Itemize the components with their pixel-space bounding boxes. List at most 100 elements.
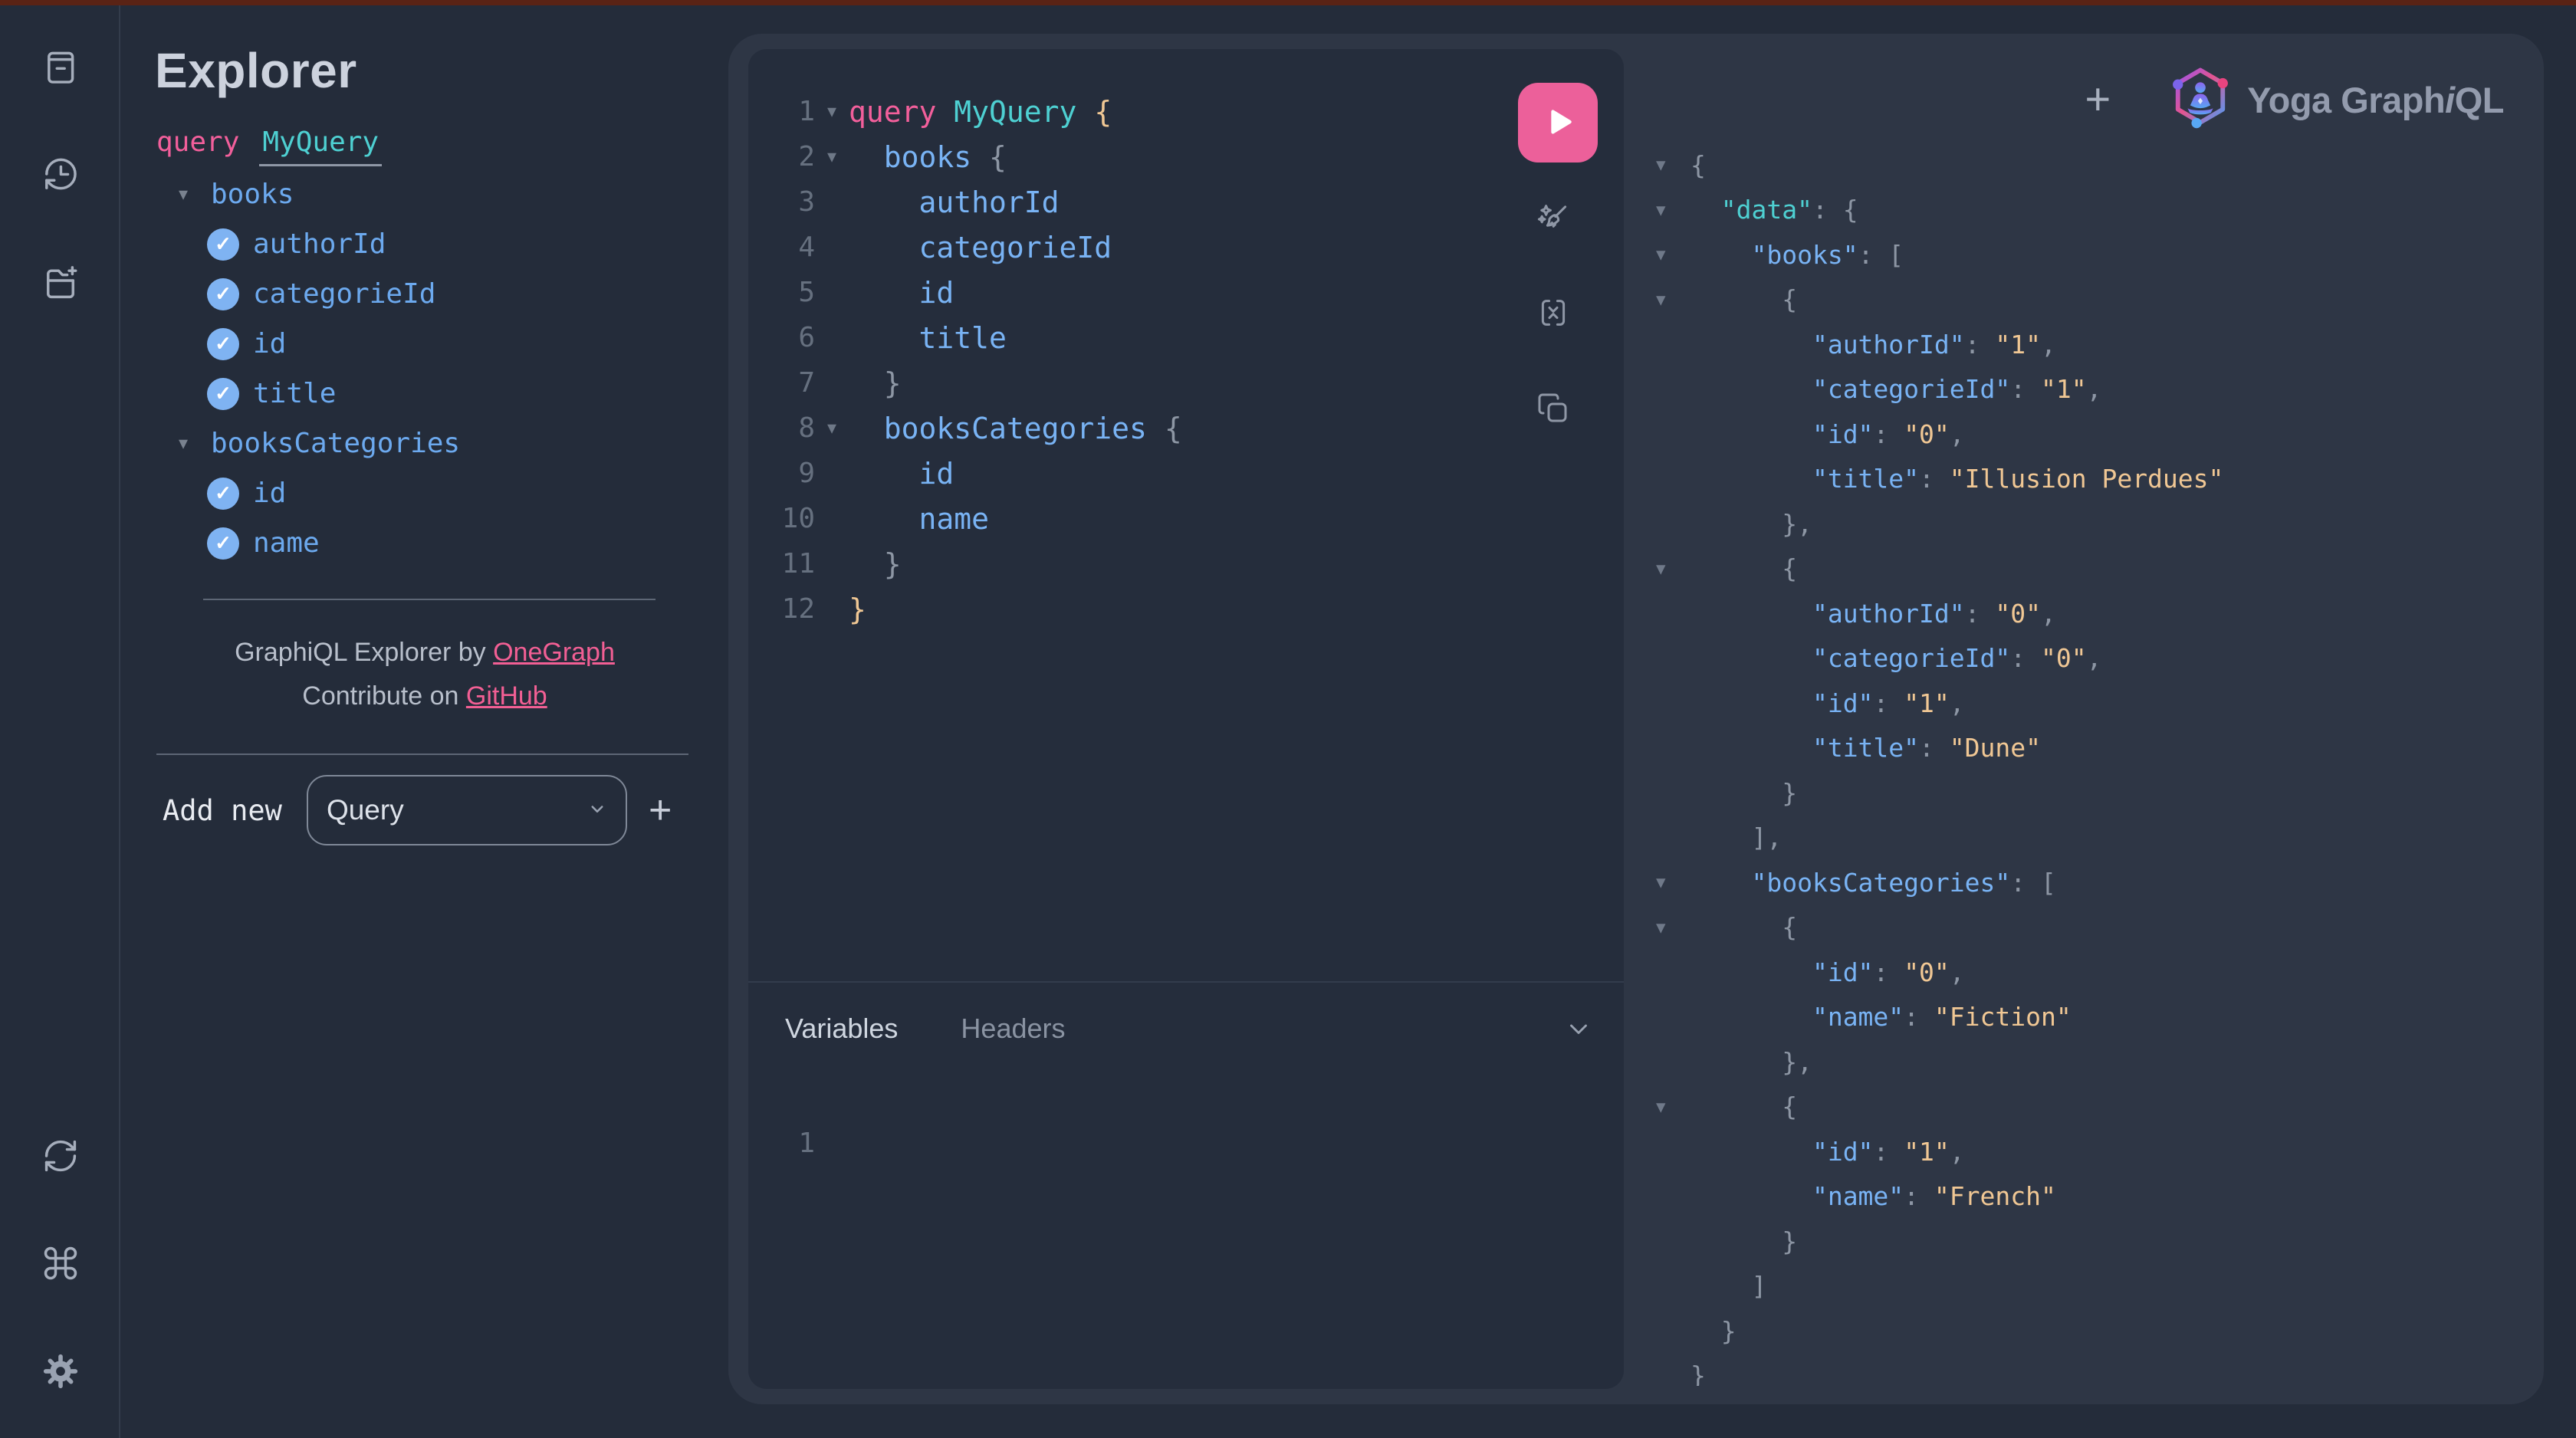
response-line: "id": "0", <box>1641 412 2521 457</box>
editor-tools-tabs: Variables Headers <box>785 1004 1593 1053</box>
code-text: "title": "Illusion Perdues" <box>1691 464 2223 494</box>
divider <box>203 599 656 600</box>
tab-headers[interactable]: Headers <box>961 1013 1065 1045</box>
response-line: "name": "Fiction" <box>1641 995 2521 1040</box>
editor-line: 5 id <box>748 270 1486 315</box>
play-icon <box>1538 102 1578 144</box>
query-editor[interactable]: 1▾query MyQuery {2▾ books {3 authorId4 c… <box>748 89 1486 632</box>
fold-triangle-icon[interactable]: ▾ <box>815 100 849 123</box>
editor-line: 3 authorId <box>748 179 1486 225</box>
response-line: ▾ "booksCategories": [ <box>1641 860 2521 905</box>
field-checkbox[interactable]: ✓ <box>207 328 239 360</box>
response-line: ▾{ <box>1641 143 2521 188</box>
explorer-branch-books[interactable]: ▾books <box>156 169 693 219</box>
docs-button[interactable] <box>41 48 80 87</box>
field-label: authorId <box>253 228 386 260</box>
code-text: } <box>1691 778 1797 808</box>
copy-query-button[interactable] <box>1535 390 1572 427</box>
code-text: { <box>1691 150 1706 180</box>
fold-triangle-icon[interactable]: ▾ <box>815 417 849 439</box>
collapse-triangle-icon[interactable]: ▾ <box>179 432 202 455</box>
code-text: "name": "Fiction" <box>1691 1002 2072 1032</box>
docs-icon <box>41 48 80 87</box>
response-line: "authorId": "1", <box>1641 322 2521 367</box>
code-text: { <box>1691 912 1797 942</box>
line-number: 8 <box>748 412 815 444</box>
field-checkbox[interactable]: ✓ <box>207 228 239 261</box>
code-text: } <box>1691 1226 1797 1256</box>
new-tab-button[interactable]: + <box>2085 77 2111 122</box>
fold-triangle-icon[interactable]: ▾ <box>1641 1095 1691 1118</box>
field-label: categorieId <box>253 278 435 310</box>
explorer-leaf-name[interactable]: ✓name <box>156 518 693 568</box>
fold-triangle-icon[interactable]: ▾ <box>815 146 849 168</box>
editor-line: 4 categorieId <box>748 225 1486 270</box>
fold-triangle-icon[interactable]: ▾ <box>1641 871 1691 894</box>
line-number: 1 <box>748 96 815 127</box>
code-text: "id": "1", <box>1691 1137 1965 1167</box>
operation-name-input[interactable]: MyQuery <box>259 126 382 166</box>
response-line: } <box>1641 1308 2521 1354</box>
execute-query-button[interactable] <box>1518 83 1598 163</box>
code-text: books { <box>849 140 1007 174</box>
explorer-leaf-categorieId[interactable]: ✓ categorieId <box>156 269 693 319</box>
history-icon <box>41 154 80 194</box>
selected-operation-type: Query <box>327 794 586 826</box>
add-operation-button[interactable]: + <box>649 787 672 833</box>
response-line: "id": "0", <box>1641 950 2521 995</box>
editor-tools-divider <box>748 981 1624 983</box>
response-line: "id": "1", <box>1641 1129 2521 1174</box>
explorer-leaf-id[interactable]: ✓ id <box>156 319 693 369</box>
prettify-icon <box>1535 200 1572 237</box>
collapse-triangle-icon[interactable]: ▾ <box>179 183 202 205</box>
response-line: ▾ { <box>1641 547 2521 592</box>
response-line: } <box>1641 1354 2521 1387</box>
response-line: "title": "Dune" <box>1641 726 2521 771</box>
response-line: }, <box>1641 501 2521 547</box>
code-text: "authorId": "0", <box>1691 599 2056 629</box>
code-text: { <box>1691 553 1797 583</box>
fold-triangle-icon[interactable]: ▾ <box>1641 557 1691 580</box>
activity-sidebar <box>0 5 120 1438</box>
field-checkbox[interactable]: ✓ <box>207 527 239 560</box>
onegraph-link[interactable]: OneGraph <box>493 638 615 667</box>
merge-fragments-button[interactable] <box>1535 294 1572 331</box>
field-checkbox[interactable]: ✓ <box>207 378 239 410</box>
prettify-button[interactable] <box>1535 200 1572 237</box>
explorer-leaf-title[interactable]: ✓title <box>156 369 693 419</box>
response-line: "id": "1", <box>1641 681 2521 726</box>
github-link[interactable]: GitHub <box>466 681 547 711</box>
line-number: 10 <box>748 503 815 534</box>
history-button[interactable] <box>41 154 80 194</box>
fold-triangle-icon[interactable]: ▾ <box>1641 153 1691 176</box>
response-line: ▾ { <box>1641 905 2521 950</box>
field-checkbox[interactable]: ✓ <box>207 278 239 310</box>
explorer-leaf-id[interactable]: ✓id <box>156 468 693 518</box>
refetch-schema-button[interactable] <box>41 1136 80 1176</box>
explorer-branch-booksCategories[interactable]: ▾booksCategories <box>156 419 693 468</box>
fold-triangle-icon[interactable]: ▾ <box>1641 288 1691 311</box>
field-checkbox[interactable]: ✓ <box>207 478 239 510</box>
folder-plus-icon <box>41 263 80 303</box>
keyboard-shortcuts-button[interactable] <box>41 1243 80 1283</box>
field-label: id <box>253 328 286 360</box>
fold-triangle-icon[interactable]: ▾ <box>1641 199 1691 222</box>
collapse-tools-chevron-icon[interactable] <box>1564 1014 1593 1043</box>
code-text: }, <box>1691 1047 1812 1077</box>
explorer-leaf-authorId[interactable]: ✓ authorId <box>156 219 693 269</box>
code-text: ], <box>1691 822 1782 852</box>
settings-button[interactable] <box>41 1351 80 1391</box>
refresh-icon <box>41 1136 80 1176</box>
code-text: "data": { <box>1691 195 1858 225</box>
tab-variables[interactable]: Variables <box>785 1013 898 1045</box>
fold-triangle-icon[interactable]: ▾ <box>1641 243 1691 266</box>
code-text: "id": "0", <box>1691 957 1965 987</box>
fold-triangle-icon[interactable]: ▾ <box>1641 916 1691 939</box>
line-number: 6 <box>748 322 815 353</box>
code-text: "booksCategories": [ <box>1691 868 2056 898</box>
code-text: { <box>1691 1092 1797 1121</box>
add-collection-button[interactable] <box>41 263 80 303</box>
variables-editor[interactable]: 1 <box>748 1121 815 1166</box>
editor-line: 2▾ books { <box>748 134 1486 179</box>
add-new-type-select[interactable]: Query <box>307 775 627 845</box>
